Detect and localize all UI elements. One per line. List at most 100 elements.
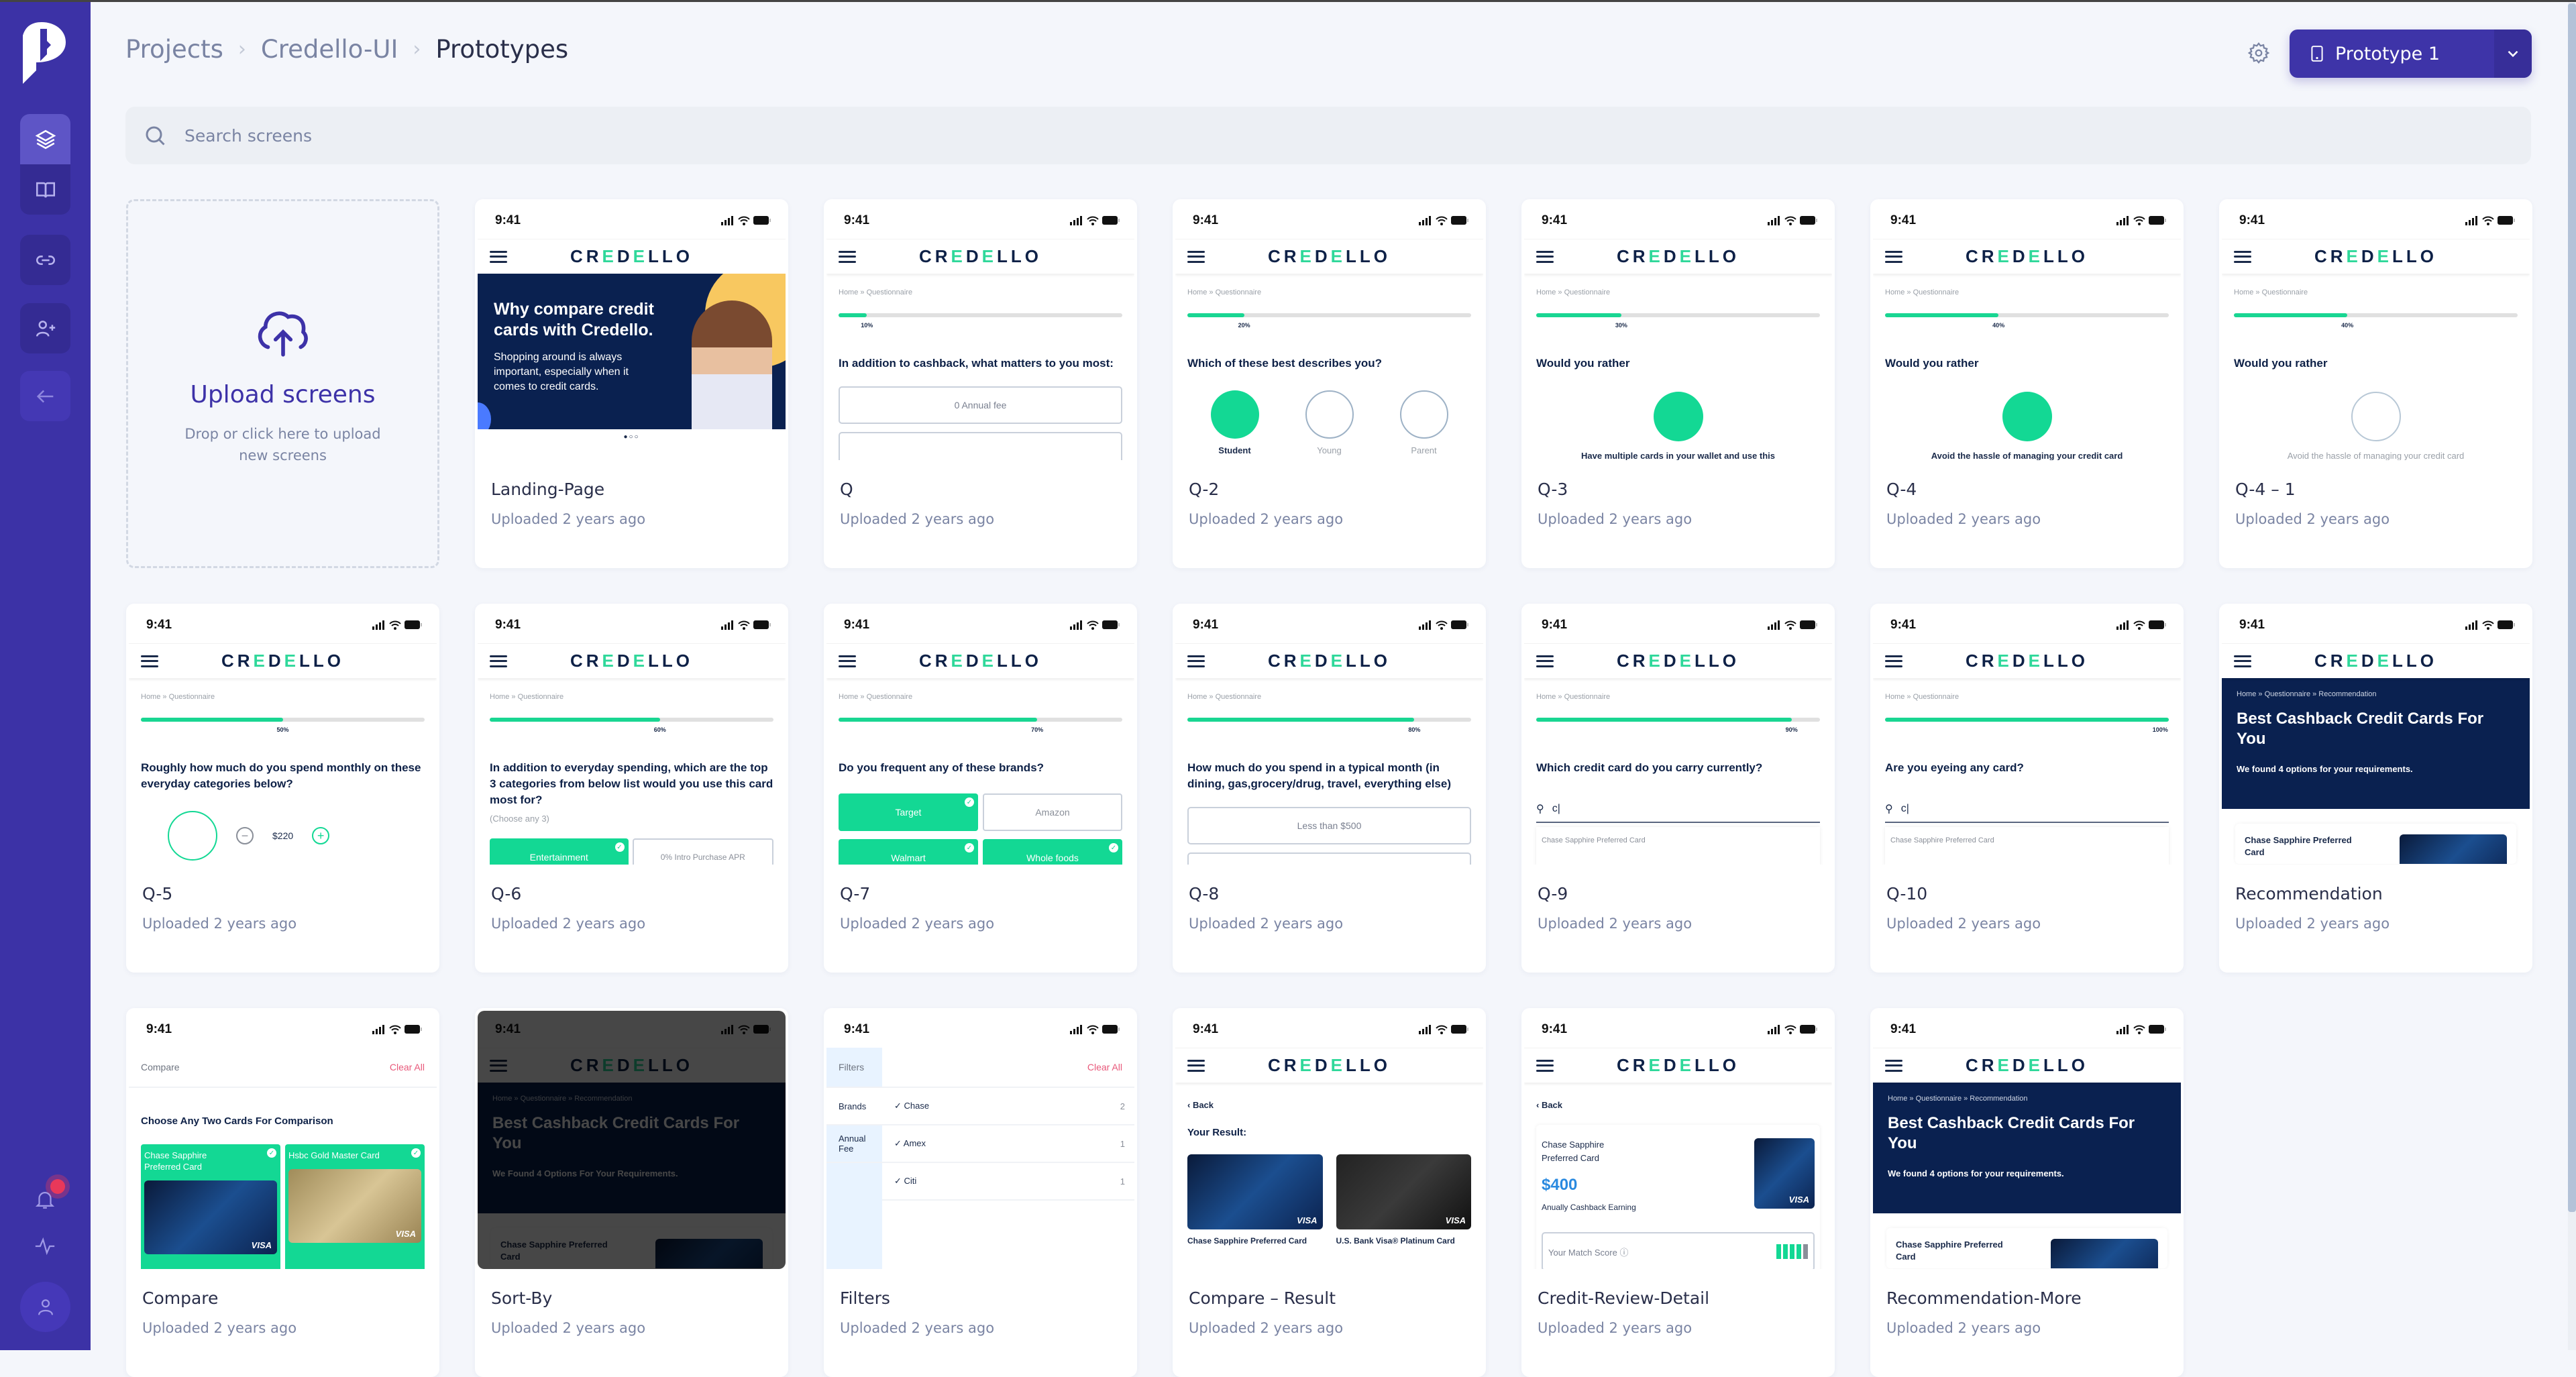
hamburger-menu-icon[interactable]	[1885, 1059, 1902, 1072]
screen-thumbnail[interactable]: 9:41CREDELLOHome » Questionnaire » Recom…	[1873, 1011, 2181, 1269]
search-input[interactable]	[184, 125, 2531, 146]
screen-thumbnail[interactable]: 9:41CREDELLOHome » Questionnaire » Recom…	[2222, 606, 2530, 865]
screen-thumbnail[interactable]: 9:41 CREDELLO Home » Questionnaire 10% In ad…	[826, 202, 1134, 460]
result-card[interactable]: U.S. Bank Visa® Platinum Card	[1336, 1154, 1471, 1247]
screen-card[interactable]: 9:41 CREDELLO Home » Questionnaire 40% Would…	[1870, 199, 2184, 568]
clear-all-link[interactable]: Clear All	[1087, 1062, 1122, 1072]
search-result[interactable]: Chase Sapphire Preferred Card	[1536, 827, 1820, 865]
sidebar-item-docs[interactable]	[20, 164, 70, 215]
recommended-card-item[interactable]: Chase Sapphire Preferred Card	[2235, 824, 2516, 864]
hamburger-menu-icon[interactable]	[2234, 655, 2251, 667]
carousel-dots[interactable]: ●○○	[478, 433, 786, 441]
filter-group[interactable]: Annual Fee	[826, 1125, 882, 1163]
hamburger-menu-icon[interactable]	[490, 250, 507, 263]
screen-thumbnail[interactable]: 9:41 CREDELLO Home » Questionnaire 60% In ad…	[478, 606, 786, 865]
prototype-dropdown-toggle[interactable]	[2494, 30, 2532, 78]
screen-card[interactable]: 9:41 CREDELLO ‹ Back Chase Sapphire Preferr…	[1521, 1008, 1835, 1377]
hamburger-menu-icon[interactable]	[490, 655, 507, 667]
screen-card[interactable]: 9:41 CREDELLO Home » Questionnaire 20% Which…	[1173, 199, 1486, 568]
sidebar-item-invite[interactable]	[20, 303, 70, 353]
screen-card[interactable]: 9:41CREDELLOHome » Questionnaire » Recom…	[475, 1008, 788, 1377]
screen-thumbnail[interactable]: 9:41 CREDELLO Home » Questionnaire 50% Rough…	[129, 606, 437, 865]
screen-card[interactable]: 9:41CREDELLOHome » Questionnaire » Recom…	[1870, 1008, 2184, 1377]
increment-button[interactable]: +	[312, 827, 330, 844]
hamburger-menu-icon[interactable]	[1885, 655, 1902, 667]
card-search-field[interactable]: ⚲ c|	[1885, 796, 2169, 823]
persona-option[interactable]: Young professional	[1296, 390, 1363, 456]
screen-thumbnail[interactable]: 9:41 CREDELLO Home » Questionnaire 80% How m…	[1175, 606, 1483, 865]
filter-group[interactable]: Brands	[826, 1088, 882, 1125]
back-link[interactable]: ‹ Back	[1187, 1100, 1471, 1110]
sidebar-item-notifications[interactable]	[28, 1182, 62, 1216]
category-chip[interactable]: Entertainment ✓	[490, 838, 629, 865]
answer-option[interactable]	[839, 432, 1122, 460]
screen-thumbnail[interactable]: 9:41 CREDELLO Home » Questionnaire 20% Which…	[1175, 202, 1483, 460]
screen-thumbnail[interactable]: 9:41CREDELLOHome » Questionnaire » Recom…	[478, 1011, 786, 1269]
screen-thumbnail[interactable]: 9:41 CREDELLO Why compare credit cards wit…	[478, 202, 786, 460]
prototype-selector[interactable]: Prototype 1	[2290, 30, 2532, 78]
compare-card-tile[interactable]: Hsbc Gold Master Card ✓	[285, 1144, 425, 1269]
hamburger-menu-icon[interactable]	[839, 250, 856, 263]
screen-thumbnail[interactable]: 9:41 Compare Clear All Choose Any Two Cards…	[129, 1011, 437, 1269]
sidebar-item-back[interactable]	[20, 371, 70, 421]
hamburger-menu-icon[interactable]	[1536, 250, 1554, 263]
sidebar-item-profile[interactable]	[20, 1282, 70, 1332]
decrement-button[interactable]: −	[236, 827, 254, 844]
screen-card[interactable]: 9:41 Compare Clear All Choose Any Two Cards…	[126, 1008, 439, 1377]
app-logo[interactable]	[20, 22, 68, 84]
screen-thumbnail[interactable]: 9:41 CREDELLO Home » Questionnaire 70% Do yo…	[826, 606, 1134, 865]
screen-thumbnail[interactable]: 9:41 CREDELLO Home » Questionnaire 30% Would…	[1524, 202, 1832, 460]
hamburger-menu-icon[interactable]	[1187, 1059, 1205, 1072]
category-chip[interactable]: 0% Intro Purchase APR	[632, 838, 773, 865]
hamburger-menu-icon[interactable]	[1536, 1059, 1554, 1072]
screen-thumbnail[interactable]: 9:41 CREDELLO Home » Questionnaire 90% Which…	[1524, 606, 1832, 865]
screen-thumbnail[interactable]: 9:41 CREDELLO Home » Questionnaire 100% Are …	[1873, 606, 2181, 865]
hamburger-menu-icon[interactable]	[2234, 250, 2251, 263]
screen-card[interactable]: 9:41 Filters Clear All Brands Annual Fee ✓ Ch…	[824, 1008, 1137, 1377]
hamburger-menu-icon[interactable]	[1187, 250, 1205, 263]
screen-card[interactable]: 9:41 CREDELLO Home » Questionnaire 50% Rough…	[126, 604, 439, 973]
search-result[interactable]: Chase Sapphire Preferred Card	[1885, 827, 2169, 865]
breadcrumb-project[interactable]: Credello-UI	[261, 35, 398, 64]
persona-option[interactable]: Parent	[1391, 390, 1458, 456]
screen-card[interactable]: 9:41 CREDELLO Home » Questionnaire 30% Would…	[1521, 199, 1835, 568]
screen-card[interactable]: 9:41 CREDELLO ‹ Back Your Result: Chase Sapp…	[1173, 1008, 1486, 1377]
screen-thumbnail[interactable]: 9:41 CREDELLO Home » Questionnaire 40% Would…	[2222, 202, 2530, 460]
hamburger-menu-icon[interactable]	[1187, 655, 1205, 667]
sidebar-item-activity[interactable]	[28, 1229, 62, 1263]
screen-thumbnail[interactable]: 9:41 Filters Clear All Brands Annual Fee ✓ Ch…	[826, 1011, 1134, 1269]
brand-chip[interactable]: Amazon	[983, 793, 1122, 831]
card-search-field[interactable]: ⚲ c|	[1536, 796, 1820, 823]
brand-chip[interactable]: Whole foods ✓	[983, 839, 1122, 865]
hamburger-menu-icon[interactable]	[1885, 250, 1902, 263]
filter-option[interactable]: ✓ Chase 2	[882, 1088, 1134, 1125]
screen-thumbnail[interactable]: 9:41 CREDELLO Home » Questionnaire 40% Would…	[1873, 202, 2181, 460]
filter-option[interactable]: ✓ Citi 1	[882, 1163, 1134, 1201]
hamburger-menu-icon[interactable]	[1536, 655, 1554, 667]
answer-option[interactable]: Less than $500	[1187, 807, 1471, 844]
screen-card[interactable]: 9:41 CREDELLO Why compare credit cards wit…	[475, 199, 788, 568]
result-card[interactable]: Chase Sapphire Preferred Card	[1187, 1154, 1323, 1247]
clear-all-link[interactable]: Clear All	[390, 1062, 425, 1072]
settings-button[interactable]	[2247, 42, 2270, 64]
back-link[interactable]: ‹ Back	[1536, 1100, 1820, 1110]
screen-card[interactable]: 9:41 CREDELLO Home » Questionnaire 60% In ad…	[475, 604, 788, 973]
compare-card-tile[interactable]: Chase Sapphire Preferred Card ✓	[141, 1144, 280, 1269]
hamburger-menu-icon[interactable]	[141, 655, 158, 667]
sidebar-item-share[interactable]	[20, 235, 70, 285]
answer-option[interactable]: 0 Annual fee	[839, 386, 1122, 424]
brand-chip[interactable]: Target ✓	[839, 793, 978, 831]
screen-card[interactable]: 9:41 CREDELLO Home » Questionnaire 40% Would…	[2219, 199, 2532, 568]
screen-card[interactable]: 9:41 CREDELLO Home » Questionnaire 90% Which…	[1521, 604, 1835, 973]
breadcrumb-projects[interactable]: Projects	[125, 35, 223, 64]
sidebar-item-screens[interactable]	[20, 114, 70, 164]
brand-chip[interactable]: Walmart ✓	[839, 839, 978, 865]
screen-card[interactable]: 9:41 CREDELLO Home » Questionnaire 100% Are …	[1870, 604, 2184, 973]
filter-option[interactable]: ✓ Amex 1	[882, 1125, 1134, 1163]
scrollbar-thumb[interactable]	[2568, 3, 2576, 1212]
screen-card[interactable]: 9:41CREDELLOHome » Questionnaire » Recom…	[2219, 604, 2532, 973]
screen-thumbnail[interactable]: 9:41 CREDELLO ‹ Back Your Result: Chase Sapp…	[1175, 1011, 1483, 1269]
screen-thumbnail[interactable]: 9:41 CREDELLO ‹ Back Chase Sapphire Preferr…	[1524, 1011, 1832, 1269]
screen-card[interactable]: 9:41 CREDELLO Home » Questionnaire 70% Do yo…	[824, 604, 1137, 973]
persona-option[interactable]: Student	[1201, 390, 1269, 456]
